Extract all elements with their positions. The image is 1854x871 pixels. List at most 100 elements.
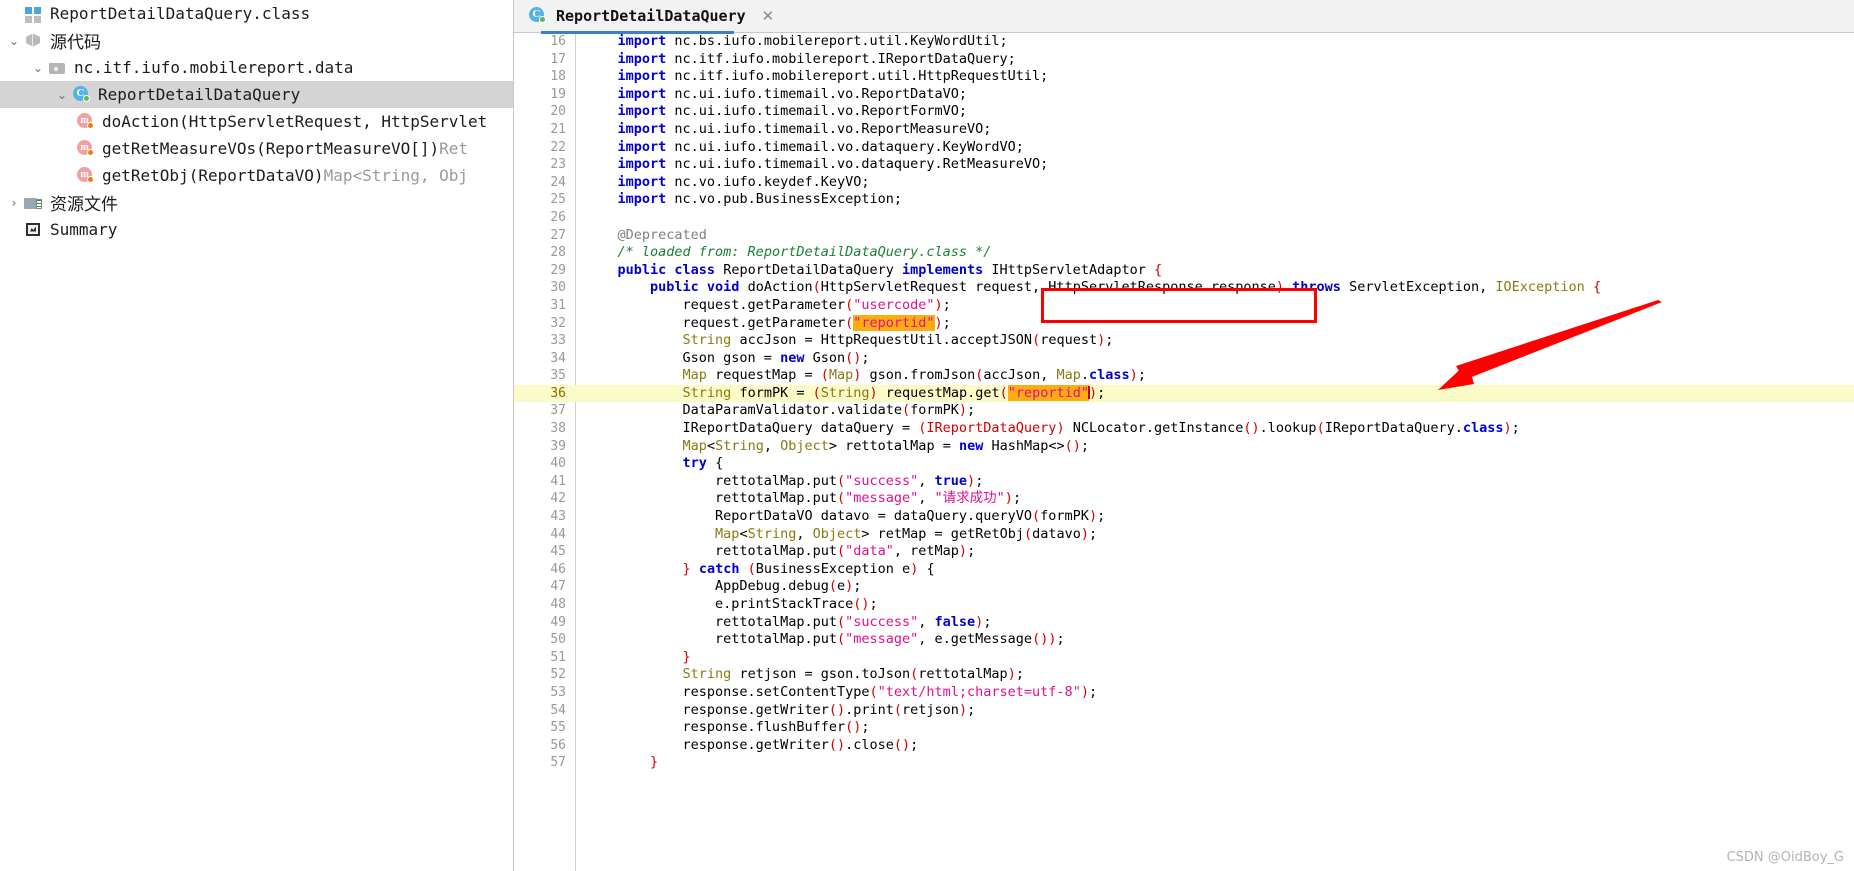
code-line[interactable]: 40 try { [514,455,1854,473]
code-token: IReportDataQuery dataQuery = [585,420,919,437]
sidebar-item-package[interactable]: ⌄ nc.itf.iufo.mobilereport.data [0,54,513,81]
code-token: String [715,437,764,454]
summary-icon [24,221,44,239]
line-number: 18 [550,69,566,85]
chevron-down-icon[interactable]: ⌄ [52,89,72,101]
code-token: ) [1088,508,1098,525]
code-editor-area[interactable]: 16 import nc.bs.iufo.mobilereport.util.K… [514,33,1854,871]
code-line[interactable]: 37 DataParamValidator.validate(formPK); [514,402,1854,420]
sidebar-item-method-doaction[interactable]: doAction(HttpServletRequest, HttpServlet [0,108,513,135]
code-line[interactable]: 28 /* loaded from: ReportDetailDataQuery… [514,244,1854,262]
code-line[interactable]: 48 e.printStackTrace(); [514,596,1854,614]
code-line[interactable]: 47 AppDebug.debug(e); [514,578,1854,596]
source-root-icon [24,32,44,50]
code-line[interactable]: 35 Map requestMap = (Map) gson.fromJson(… [514,367,1854,385]
sidebar-item-label: 资源文件 [50,195,118,215]
code-token: formPK = [731,384,813,401]
code-line[interactable]: 49 rettotalMap.put("success", false); [514,614,1854,632]
code-line[interactable]: 25 import nc.vo.pub.BusinessException; [514,191,1854,209]
code-token: rettotalMap.put [585,490,837,507]
code-token: "message" [845,490,919,507]
code-line[interactable]: 39 Map<String, Object> rettotalMap = new… [514,438,1854,456]
chevron-down-icon[interactable]: ⌄ [28,62,48,74]
close-icon[interactable]: ✕ [754,8,775,24]
code-line[interactable]: 56 response.getWriter().close(); [514,737,1854,755]
chevron-right-icon[interactable]: › [4,197,24,209]
sidebar-item-label: getRetObj(ReportDataVO) [102,166,324,185]
line-number: 32 [550,315,566,331]
code-token: ; [910,736,919,753]
code-line[interactable]: 20 import nc.ui.iufo.timemail.vo.ReportF… [514,103,1854,121]
code-token: import [617,33,667,49]
code-text: Map<String, Object> retMap = getRetObj(d… [575,526,1097,544]
code-line[interactable]: 27 @Deprecated [514,227,1854,245]
code-token: ; [1056,631,1065,648]
code-line[interactable]: 32 request.getParameter("reportid"); [514,314,1854,333]
code-line[interactable]: 43 ReportDataVO datavo = dataQuery.query… [514,508,1854,526]
code-token: accJson, [983,367,1057,384]
code-token: ServletException, [1340,279,1496,296]
code-line[interactable]: 51 } [514,649,1854,667]
code-line[interactable]: 33 String accJson = HttpRequestUtil.acce… [514,332,1854,350]
sidebar-item-method-getretmeasurevos[interactable]: getRetMeasureVOs(ReportMeasureVO[]) Ret [0,135,513,162]
code-token: response.setContentType [585,683,870,700]
code-text: import nc.ui.iufo.timemail.vo.ReportMeas… [575,121,992,139]
code-line[interactable]: 44 Map<String, Object> retMap = getRetOb… [514,526,1854,544]
code-line[interactable]: 16 import nc.bs.iufo.mobilereport.util.K… [514,33,1854,51]
tree-root-item[interactable]: ReportDetailDataQuery.class [0,0,513,27]
code-lines-container[interactable]: 16 import nc.bs.iufo.mobilereport.util.K… [514,33,1854,772]
sidebar-item-class-reportdetaildataquery[interactable]: ⌄ ReportDetailDataQuery [0,81,513,108]
code-token: rettotalMap [918,666,1008,683]
code-line[interactable]: 34 Gson gson = new Gson(); [514,350,1854,368]
sidebar-item-resource-files[interactable]: › 资源文件 [0,189,513,216]
code-line[interactable]: 55 response.flushBuffer(); [514,719,1854,737]
code-line[interactable]: 23 import nc.ui.iufo.timemail.vo.dataque… [514,156,1854,174]
code-line[interactable]: 30 public void doAction(HttpServletReque… [514,279,1854,297]
line-number: 56 [550,737,566,753]
code-token: () [828,701,846,718]
code-token: } [682,560,691,577]
chevron-down-icon[interactable]: ⌄ [4,35,24,47]
code-line[interactable]: 46 } catch (BusinessException e) { [514,561,1854,579]
code-line[interactable]: 53 response.setContentType("text/html;ch… [514,684,1854,702]
code-token: "usercode" [853,296,935,313]
code-line[interactable]: 36 String formPK = (String) requestMap.g… [514,384,1854,403]
code-line[interactable]: 41 rettotalMap.put("success", true); [514,473,1854,491]
code-token: response.getWriter [585,701,829,718]
code-token: ( [820,367,829,384]
code-token: ; [1089,525,1098,542]
sidebar-item-summary[interactable]: Summary [0,216,513,243]
code-line[interactable]: 29 public class ReportDetailDataQuery im… [514,262,1854,280]
code-line[interactable]: 57 } [514,754,1854,772]
code-line[interactable]: 45 rettotalMap.put("data", retMap); [514,543,1854,561]
code-line[interactable]: 22 import nc.ui.iufo.timemail.vo.dataque… [514,139,1854,157]
project-tree-panel[interactable]: ReportDetailDataQuery.class ⌄ 源代码 ⌄ nc.i… [0,0,513,871]
sidebar-item-source-code[interactable]: ⌄ 源代码 [0,27,513,54]
code-token: nc.itf.iufo.mobilereport.IReportDataQuer… [666,50,1016,67]
code-line[interactable]: 26 [514,209,1854,227]
code-token: Map [682,437,707,454]
code-line[interactable]: 50 rettotalMap.put("message", e.getMessa… [514,631,1854,649]
sidebar-item-method-getretobj[interactable]: getRetObj(ReportDataVO) Map<String, Obj [0,162,513,189]
code-line[interactable]: 52 String retjson = gson.toJson(rettotal… [514,666,1854,684]
code-line[interactable]: 31 request.getParameter("usercode"); [514,297,1854,315]
line-number: 41 [550,473,566,489]
tab-reportdetaildataquery[interactable]: ReportDetailDataQuery ✕ [514,0,787,32]
code-line[interactable]: 24 import nc.vo.iufo.keydef.KeyVO; [514,174,1854,192]
code-line[interactable]: 18 import nc.itf.iufo.mobilereport.util.… [514,68,1854,86]
code-line[interactable]: 54 response.getWriter().print(retjson); [514,702,1854,720]
code-line[interactable]: 17 import nc.itf.iufo.mobilereport.IRepo… [514,51,1854,69]
code-line[interactable]: 21 import nc.ui.iufo.timemail.vo.ReportM… [514,121,1854,139]
code-line[interactable]: 19 import nc.ui.iufo.timemail.vo.ReportD… [514,86,1854,104]
line-number: 50 [550,632,566,648]
code-line[interactable]: 42 rettotalMap.put("message", "请求成功"); [514,490,1854,508]
code-line[interactable]: 38 IReportDataQuery dataQuery = (IReport… [514,420,1854,438]
code-token: String [820,384,870,401]
